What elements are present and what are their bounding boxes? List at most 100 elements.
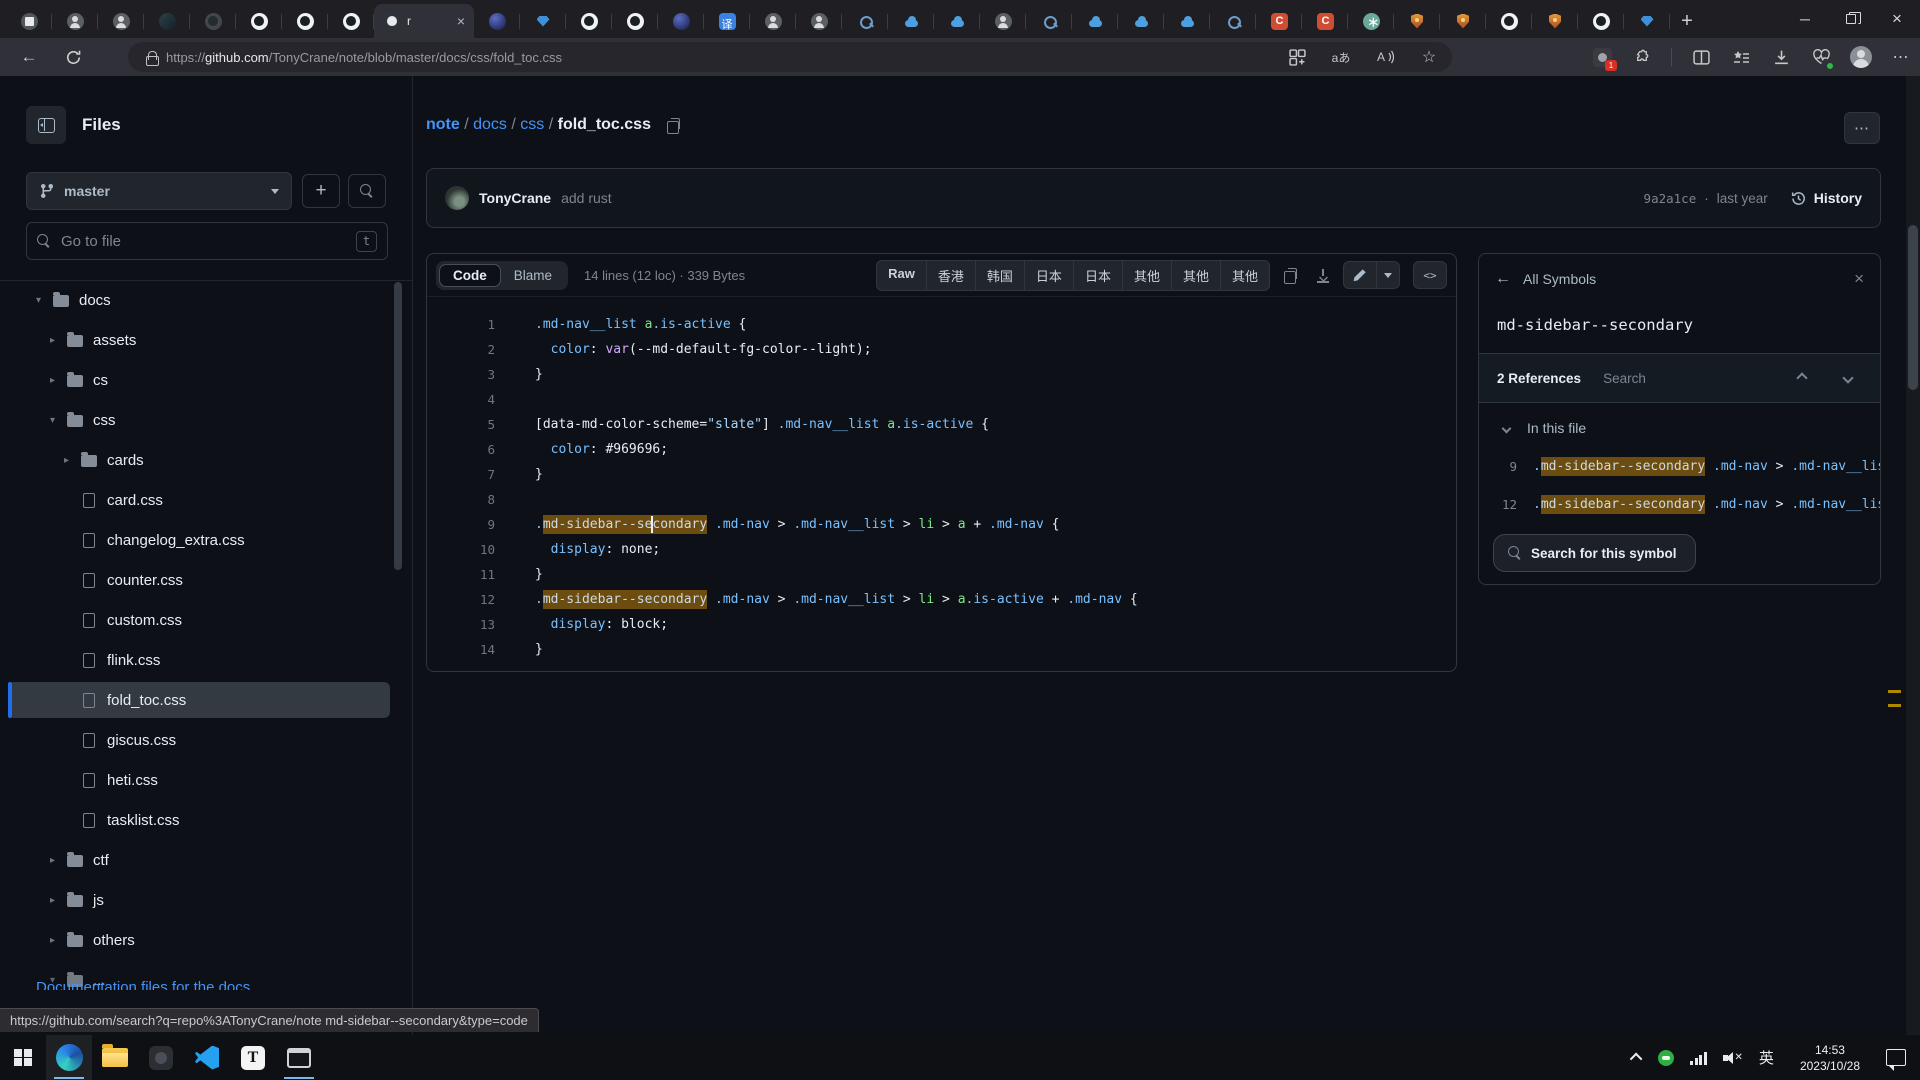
browser-tab[interactable]	[520, 4, 566, 38]
code-line[interactable]: 2 color: var(--md-default-fg-color--ligh…	[427, 337, 1456, 362]
translate-icon[interactable]: aあ	[1330, 46, 1352, 68]
tree-search-button[interactable]	[348, 174, 386, 208]
code-line[interactable]: 13 display: block;	[427, 612, 1456, 637]
line-number[interactable]: 7	[427, 467, 495, 482]
edit-dropdown-button[interactable]	[1376, 261, 1400, 289]
browser-tab[interactable]	[934, 4, 980, 38]
tree-scrollbar[interactable]	[394, 282, 402, 570]
line-number[interactable]: 11	[427, 567, 495, 582]
code-line[interactable]: 8	[427, 487, 1456, 512]
settings-menu-icon[interactable]: ⋯	[1890, 46, 1912, 68]
code-content[interactable]: 1.md-nav__list a.is-active {2 color: var…	[427, 297, 1456, 662]
code-line[interactable]: 1.md-nav__list a.is-active {	[427, 312, 1456, 337]
address-bar[interactable]: https://github.com/TonyCrane/note/blob/m…	[128, 42, 1452, 72]
line-number[interactable]: 3	[427, 367, 495, 382]
line-number[interactable]: 5	[427, 417, 495, 432]
browser-tab[interactable]	[1026, 4, 1072, 38]
browser-tab[interactable]	[190, 4, 236, 38]
tray-action-center[interactable]	[1878, 1035, 1920, 1080]
next-reference-icon[interactable]	[1842, 372, 1853, 383]
window-restore-button[interactable]	[1828, 0, 1874, 38]
copy-path-icon[interactable]	[667, 118, 679, 132]
split-screen-icon[interactable]	[1690, 46, 1712, 68]
code-line[interactable]: 3}	[427, 362, 1456, 387]
page-scrollbar[interactable]	[1906, 76, 1920, 1035]
taskbar-edge[interactable]	[46, 1035, 92, 1080]
browser-tab[interactable]	[842, 4, 888, 38]
browser-tab[interactable]	[1394, 4, 1440, 38]
tab-blame[interactable]: Blame	[501, 264, 565, 287]
browser-tab[interactable]	[612, 4, 658, 38]
tree-file-row[interactable]: tasklist.css	[8, 802, 390, 838]
code-line[interactable]: 11}	[427, 562, 1456, 587]
code-line[interactable]: 14}	[427, 637, 1456, 662]
code-line[interactable]: 10 display: none;	[427, 537, 1456, 562]
code-line[interactable]: 5[data-md-color-scheme="slate"] .md-nav_…	[427, 412, 1456, 437]
collapse-sidebar-button[interactable]	[26, 106, 66, 144]
line-number[interactable]: 4	[427, 392, 495, 407]
go-to-file-input[interactable]: Go to file t	[26, 222, 388, 260]
extensions-puzzle-icon[interactable]	[1631, 46, 1653, 68]
tree-folder-row[interactable]: ▸assets	[8, 322, 390, 358]
tree-file-row[interactable]: custom.css	[8, 602, 390, 638]
profile-avatar[interactable]	[1850, 46, 1872, 68]
browser-tab[interactable]	[52, 4, 98, 38]
browser-tab[interactable]	[1578, 4, 1624, 38]
browser-tab[interactable]	[1118, 4, 1164, 38]
line-number[interactable]: 1	[427, 317, 495, 332]
browser-tab[interactable]	[98, 4, 144, 38]
commit-sha[interactable]: 9a2a1ce	[1644, 191, 1697, 206]
tree-folder-row[interactable]: ▸cs	[8, 362, 390, 398]
browser-tab[interactable]	[1486, 4, 1532, 38]
browser-tab[interactable]	[236, 4, 282, 38]
add-file-button[interactable]: +	[302, 174, 340, 208]
browser-tab[interactable]	[1164, 4, 1210, 38]
copy-file-icon[interactable]	[1277, 262, 1303, 288]
browser-tab[interactable]	[750, 4, 796, 38]
raw-button[interactable]: Raw	[876, 260, 927, 291]
browser-tab[interactable]	[1440, 4, 1486, 38]
browser-tab[interactable]	[1624, 4, 1670, 38]
browser-tab[interactable]	[796, 4, 842, 38]
tray-show-hidden-icons[interactable]	[1625, 1035, 1650, 1080]
breadcrumb-docs-link[interactable]: docs	[473, 116, 507, 134]
tab-close-icon[interactable]: ×	[457, 14, 465, 28]
tree-file-row[interactable]: fold_toc.css	[8, 682, 390, 718]
browser-tab[interactable]	[474, 4, 520, 38]
new-tab-button[interactable]: +	[1670, 4, 1704, 38]
browser-tab[interactable]	[1302, 4, 1348, 38]
tree-folder-row[interactable]: ▸js	[8, 882, 390, 918]
reference-row[interactable]: 9.md-sidebar--secondary .md-nav > .md-na…	[1479, 447, 1880, 485]
back-button[interactable]: ←	[14, 42, 44, 72]
refresh-button[interactable]	[58, 42, 88, 72]
start-button[interactable]	[0, 1035, 46, 1080]
symbols-panel-toggle[interactable]: <>	[1413, 261, 1447, 289]
references-search-label[interactable]: Search	[1603, 371, 1646, 386]
download-helper-button[interactable]: 韩国	[975, 260, 1025, 291]
line-number[interactable]: 12	[427, 592, 495, 607]
download-helper-button[interactable]: 香港	[926, 260, 976, 291]
tree-file-row[interactable]: card.css	[8, 482, 390, 518]
line-number[interactable]: 10	[427, 542, 495, 557]
browser-tab[interactable]	[704, 4, 750, 38]
back-to-symbols-icon[interactable]: ←	[1495, 270, 1511, 288]
code-line[interactable]: 4	[427, 387, 1456, 412]
tree-folder-row[interactable]: ▾docs	[8, 282, 390, 318]
taskbar-terminal[interactable]	[276, 1035, 322, 1080]
commit-author[interactable]: TonyCrane	[479, 190, 551, 206]
browser-tab[interactable]	[144, 4, 190, 38]
tray-ime[interactable]: 英	[1751, 1035, 1782, 1080]
taskbar-file-explorer[interactable]	[92, 1035, 138, 1080]
browser-tab[interactable]	[6, 4, 52, 38]
browser-tab[interactable]	[328, 4, 374, 38]
tree-file-row[interactable]: counter.css	[8, 562, 390, 598]
browser-tab[interactable]	[980, 4, 1026, 38]
search-for-symbol-button[interactable]: Search for this symbol	[1493, 534, 1696, 572]
browser-tab[interactable]	[1348, 4, 1394, 38]
tree-file-row[interactable]: heti.css	[8, 762, 390, 798]
clipped-sidebar-link[interactable]: Documentation files for the docs	[36, 979, 336, 990]
commit-message[interactable]: add rust	[561, 190, 612, 206]
line-number[interactable]: 2	[427, 342, 495, 357]
line-number[interactable]: 14	[427, 642, 495, 657]
browser-tab[interactable]	[566, 4, 612, 38]
